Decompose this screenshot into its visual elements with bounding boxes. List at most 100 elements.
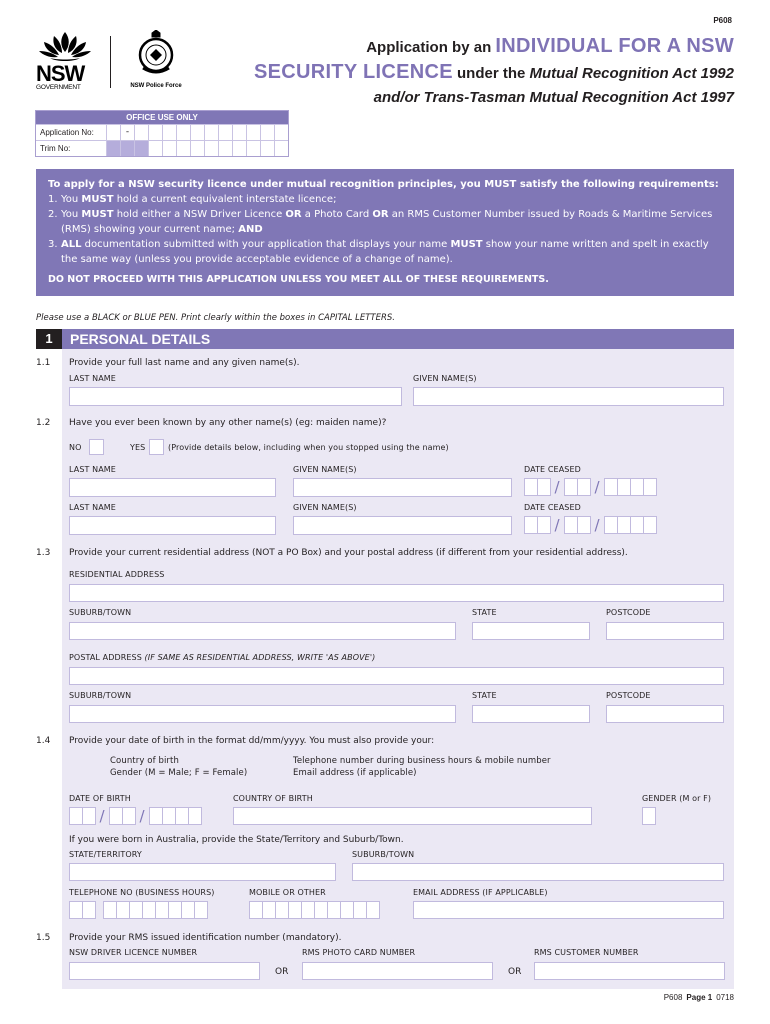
digit-box[interactable] <box>537 516 551 534</box>
digit-box[interactable] <box>69 901 83 919</box>
requirements-intro: To apply for a NSW security licence unde… <box>48 179 719 190</box>
residential-suburb-input[interactable] <box>69 622 456 640</box>
digit-box[interactable] <box>564 478 578 496</box>
other-given-names-input[interactable] <box>293 478 512 497</box>
yes-checkbox[interactable] <box>149 439 164 455</box>
digit-box[interactable] <box>181 901 195 919</box>
form-title: Application by an INDIVIDUAL FOR A NSW S… <box>254 34 734 110</box>
digit-box[interactable] <box>149 807 163 825</box>
digit-box[interactable] <box>604 478 618 496</box>
trim-no-cell <box>121 141 135 156</box>
title-act-1992: Mutual Recognition Act 1992 <box>529 65 734 82</box>
other-last-name-input[interactable] <box>69 516 276 535</box>
digit-box[interactable] <box>524 516 538 534</box>
birth-suburb-input[interactable] <box>352 863 724 881</box>
country-input[interactable] <box>233 807 592 825</box>
date-separator: / <box>594 478 600 496</box>
requirement-number: 2. <box>48 209 58 220</box>
digit-box[interactable] <box>188 807 202 825</box>
section-title: PERSONAL DETAILS <box>62 329 734 349</box>
footer-version: 0718 <box>716 993 734 1002</box>
digit-box[interactable] <box>142 901 156 919</box>
digit-box[interactable] <box>630 516 644 534</box>
requirements-left: Country of birth Gender (M = Male; F = F… <box>110 755 247 779</box>
trim-no-cell <box>149 141 163 156</box>
digit-box[interactable] <box>275 901 289 919</box>
digit-box[interactable] <box>301 901 315 919</box>
digit-box[interactable] <box>162 807 176 825</box>
digit-box[interactable] <box>366 901 380 919</box>
application-no-cell <box>135 125 149 140</box>
digit-box[interactable] <box>537 478 551 496</box>
postal-postcode-input[interactable] <box>606 705 724 723</box>
digit-box[interactable] <box>630 478 644 496</box>
no-checkbox[interactable] <box>89 439 104 455</box>
gender-input[interactable] <box>642 807 656 825</box>
last-name-input[interactable] <box>69 387 402 406</box>
digit-box[interactable] <box>249 901 263 919</box>
digit-box[interactable] <box>604 516 618 534</box>
question-number: 1.5 <box>36 933 51 943</box>
residential-state-input[interactable] <box>472 622 590 640</box>
telephone-input[interactable] <box>69 901 208 919</box>
other-given-names-input[interactable] <box>293 516 512 535</box>
date-ceased-input[interactable]: / / <box>524 478 657 496</box>
email-label: EMAIL ADDRESS (IF APPLICABLE) <box>413 888 548 897</box>
given-names-input[interactable] <box>413 387 724 406</box>
digit-box[interactable] <box>524 478 538 496</box>
digit-box[interactable] <box>109 807 123 825</box>
postal-state-input[interactable] <box>472 705 590 723</box>
digit-box[interactable] <box>82 901 96 919</box>
customer-number-input[interactable] <box>534 962 725 980</box>
state-territory-input[interactable] <box>69 863 336 881</box>
photo-card-label: RMS PHOTO CARD NUMBER <box>302 948 416 957</box>
requirements-right: Telephone number during business hours &… <box>293 755 551 779</box>
residential-address-input[interactable] <box>69 584 724 602</box>
date-ceased-input[interactable]: / / <box>524 516 657 534</box>
date-separator: / <box>554 516 560 534</box>
last-name-label: LAST NAME <box>69 374 116 383</box>
digit-box[interactable] <box>122 807 136 825</box>
digit-box[interactable] <box>564 516 578 534</box>
digit-box[interactable] <box>103 901 117 919</box>
requirements-warning: DO NOT PROCEED WITH THIS APPLICATION UNL… <box>48 274 549 285</box>
other-last-name-input[interactable] <box>69 478 276 497</box>
digit-box[interactable] <box>577 478 591 496</box>
application-no-cell <box>247 125 261 140</box>
digit-box[interactable] <box>353 901 367 919</box>
question-number: 1.2 <box>36 418 51 428</box>
digit-box[interactable] <box>327 901 341 919</box>
digit-box[interactable] <box>69 807 83 825</box>
requirement-text: You MUST hold either a NSW Driver Licenc… <box>61 209 713 235</box>
digit-box[interactable] <box>577 516 591 534</box>
postal-suburb-input[interactable] <box>69 705 456 723</box>
question-text: Provide your current residential address… <box>69 548 628 558</box>
licence-input[interactable] <box>69 962 260 980</box>
digit-box[interactable] <box>262 901 276 919</box>
dob-input[interactable]: / / <box>69 807 202 825</box>
title-emphasis-1: INDIVIDUAL FOR A NSW <box>495 35 734 57</box>
digit-box[interactable] <box>314 901 328 919</box>
question-text: Have you ever been known by any other na… <box>69 418 387 428</box>
digit-box[interactable] <box>194 901 208 919</box>
digit-box[interactable] <box>340 901 354 919</box>
digit-box[interactable] <box>116 901 130 919</box>
trim-no-cell <box>163 141 177 156</box>
photo-card-input[interactable] <box>302 962 493 980</box>
digit-box[interactable] <box>643 478 657 496</box>
digit-box[interactable] <box>82 807 96 825</box>
postal-address-input[interactable] <box>69 667 724 685</box>
email-input[interactable] <box>413 901 724 919</box>
digit-box[interactable] <box>168 901 182 919</box>
mobile-input[interactable] <box>249 901 380 919</box>
digit-box[interactable] <box>175 807 189 825</box>
digit-box[interactable] <box>288 901 302 919</box>
requirement-item: 3. ALL documentation submitted with your … <box>48 237 722 267</box>
residential-postcode-input[interactable] <box>606 622 724 640</box>
digit-box[interactable] <box>617 478 631 496</box>
digit-box[interactable] <box>617 516 631 534</box>
question-text: Provide your RMS issued identification n… <box>69 933 342 943</box>
digit-box[interactable] <box>643 516 657 534</box>
digit-box[interactable] <box>129 901 143 919</box>
digit-box[interactable] <box>155 901 169 919</box>
